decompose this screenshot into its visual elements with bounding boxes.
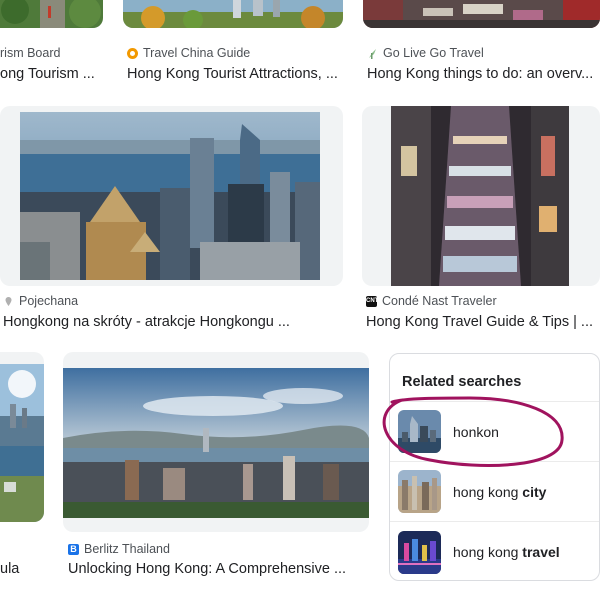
result-title-1[interactable]: ong Tourism ... [0, 66, 103, 82]
result-source-7[interactable]: B Berlitz Thailand [68, 542, 170, 556]
related-searches-heading: Related searches [390, 354, 599, 402]
result-title-5[interactable]: Hong Kong Travel Guide & Tips | ... [366, 314, 600, 330]
night-skyline-thumbnail-photo [398, 530, 441, 574]
leaf-icon [367, 48, 378, 59]
pin-icon [3, 296, 14, 307]
related-searches-panel: Related searches honkon hong kong city h… [389, 353, 600, 581]
result-source-name: Go Live Go Travel [383, 46, 484, 60]
result-source-1[interactable]: rism Board [0, 46, 60, 60]
night-street-photo [363, 0, 600, 28]
compass-icon [127, 47, 138, 59]
result-source-4[interactable]: Pojechana [3, 294, 78, 308]
result-image-7[interactable] [63, 352, 369, 532]
result-title-7[interactable]: Unlocking Hong Kong: A Comprehensive ... [68, 561, 364, 577]
result-title-3[interactable]: Hong Kong things to do: an overv... [367, 66, 600, 82]
result-source-name: Pojechana [19, 294, 79, 308]
harbour-photo [0, 364, 44, 522]
related-search-text: hong kong city [453, 483, 547, 500]
victoria-harbour-panorama-photo [63, 368, 369, 518]
result-title-2[interactable]: Hong Kong Tourist Attractions, ... [127, 66, 347, 82]
related-search-thumbnail [398, 410, 441, 453]
result-source-name: Travel China Guide [143, 46, 251, 60]
result-image-4[interactable] [0, 106, 343, 286]
result-source-name: rism Board [0, 46, 61, 60]
result-image-1[interactable] [0, 0, 103, 28]
greenery-photo [0, 0, 103, 28]
night-market-photo [391, 106, 569, 286]
city-thumbnail-photo [398, 470, 441, 513]
city-park-photo [123, 0, 343, 28]
related-search-text: hong kong travel [453, 544, 560, 560]
related-search-thumbnail [398, 530, 441, 574]
result-title-6[interactable]: ula [0, 561, 44, 577]
result-title-4[interactable]: Hongkong na skróty - atrakcje Hongkongu … [3, 314, 343, 330]
result-source-2[interactable]: Travel China Guide [127, 46, 250, 60]
result-source-name: Condé Nast Traveler [382, 294, 497, 308]
hong-kong-skyline-photo [20, 112, 320, 280]
result-image-5[interactable] [362, 106, 600, 286]
result-source-name: Berlitz Thailand [84, 542, 170, 556]
result-image-3[interactable] [363, 0, 600, 28]
related-search-item[interactable]: hong kong city [390, 462, 599, 522]
cnt-logo-icon: CNT [366, 295, 378, 307]
related-search-thumbnail [398, 470, 441, 513]
related-search-text: honkon [453, 423, 499, 440]
result-source-3[interactable]: Go Live Go Travel [367, 46, 484, 60]
berlitz-b-icon: B [68, 543, 79, 555]
result-image-2[interactable] [123, 0, 343, 28]
result-source-5[interactable]: CNT Condé Nast Traveler [366, 294, 497, 308]
related-search-item[interactable]: hong kong travel [390, 522, 599, 580]
result-image-6[interactable] [0, 352, 44, 522]
related-search-item[interactable]: honkon [390, 402, 599, 462]
skyline-thumbnail-photo [398, 410, 441, 453]
